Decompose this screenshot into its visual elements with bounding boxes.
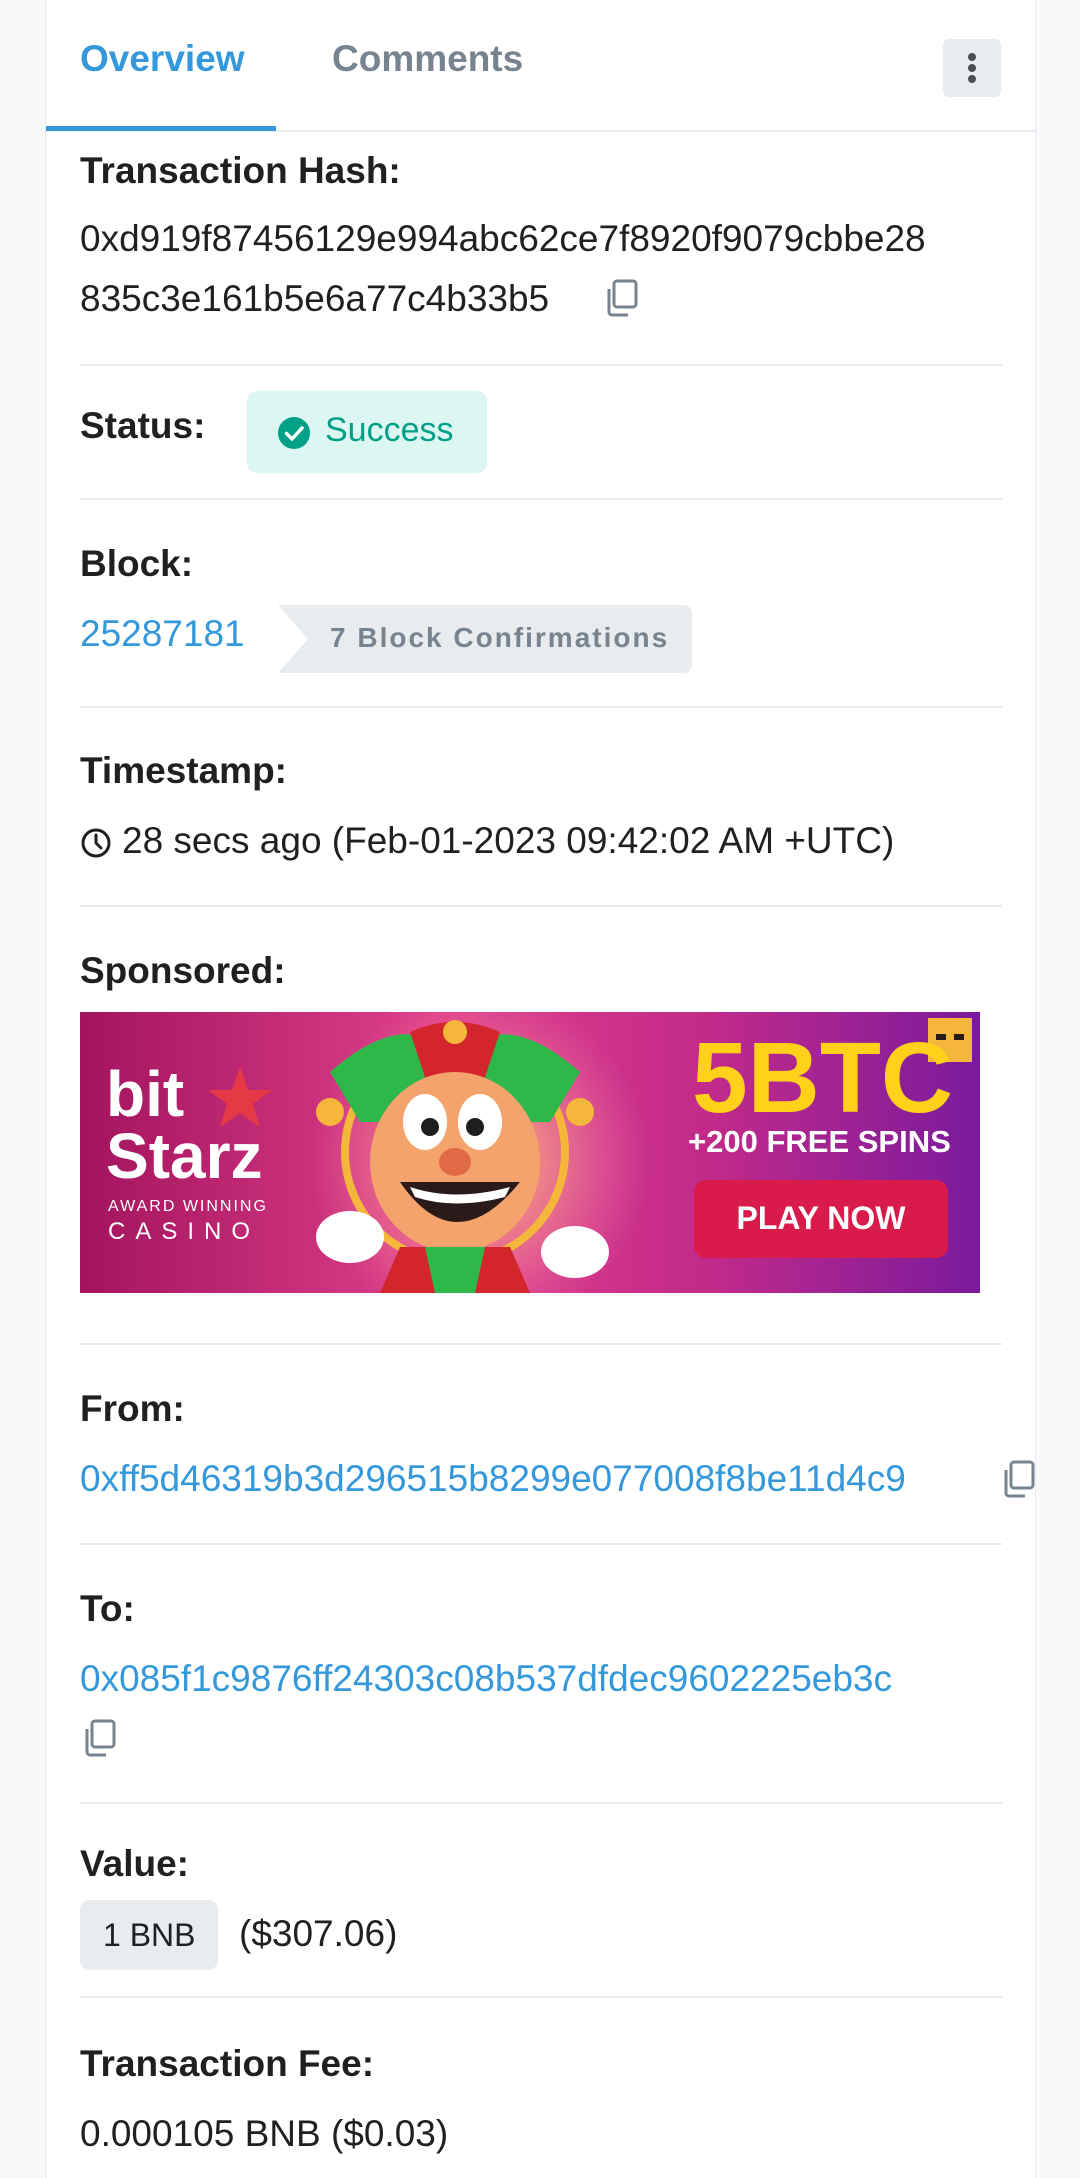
timestamp-label: Timestamp: <box>80 750 287 791</box>
ad-cta-button[interactable]: PLAY NOW <box>694 1200 948 1237</box>
more-dot-icon <box>968 64 976 72</box>
to-label: To: <box>80 1588 135 1629</box>
to-address-link[interactable]: 0x085f1c9876ff24303c08b537dfdec9602225eb… <box>80 1658 892 1700</box>
status-badge: Success <box>247 391 487 473</box>
divider <box>80 498 1002 500</box>
tab-bar: Overview Comments <box>46 0 1037 132</box>
divider <box>80 364 1002 366</box>
sponsored-ad-banner[interactable]: bit Starz AWARD WINNING CASINO 5BTC +200… <box>80 1012 980 1293</box>
ad-headline: 5BTC <box>692 1022 954 1134</box>
divider <box>80 1802 1002 1804</box>
divider <box>80 1996 1002 1998</box>
value-usd: ($307.06) <box>239 1913 398 1954</box>
divider <box>80 1343 1002 1345</box>
fee-label: Transaction Fee: <box>80 2043 375 2084</box>
block-confirmations-badge: 7 Block Confirmations <box>278 605 692 673</box>
tx-hash-value-line2: 835c3e161b5e6a77c4b33b5 <box>80 278 550 319</box>
ad-tagline1: AWARD WINNING <box>108 1198 268 1215</box>
from-address-link[interactable]: 0xff5d46319b3d296515b8299e077008f8be11d4… <box>80 1458 906 1500</box>
tab-overview[interactable]: Overview <box>80 38 245 80</box>
ad-brand-line2: Starz <box>106 1120 263 1192</box>
more-options-button[interactable] <box>943 39 1001 97</box>
active-tab-indicator <box>46 126 276 131</box>
check-circle-icon <box>278 417 310 449</box>
divider <box>80 905 1002 907</box>
value-label: Value: <box>80 1843 189 1884</box>
tx-hash-value-line1: 0xd919f87456129e994abc62ce7f8920f9079cbb… <box>80 218 926 259</box>
timestamp-value: 28 secs ago (Feb-01-2023 09:42:02 AM +UT… <box>122 820 895 861</box>
copy-icon[interactable] <box>80 1718 118 1758</box>
more-dot-icon <box>968 53 976 61</box>
copy-icon[interactable] <box>602 278 640 318</box>
ad-tagline2: CASINO <box>108 1218 261 1245</box>
status-text: Success <box>325 411 454 449</box>
tx-hash-label: Transaction Hash: <box>80 150 401 191</box>
ad-subheadline: +200 FREE SPINS <box>688 1124 951 1159</box>
divider <box>80 706 1002 708</box>
ad-brand-line1: bit <box>106 1058 185 1130</box>
divider <box>80 1543 1002 1545</box>
bnb-amount: 1 BNB <box>103 1917 196 1953</box>
block-confirmations-text: 7 Block Confirmations <box>330 622 670 653</box>
block-label: Block: <box>80 543 194 584</box>
tab-comments[interactable]: Comments <box>332 38 523 80</box>
copy-icon[interactable] <box>999 1459 1037 1499</box>
fee-value: 0.000105 BNB ($0.03) <box>80 2113 449 2154</box>
more-dot-icon <box>968 75 976 83</box>
from-label: From: <box>80 1388 185 1429</box>
clock-icon <box>81 828 111 858</box>
status-label: Status: <box>80 405 206 446</box>
transaction-details-card: Overview Comments Transaction Hash: 0xd9… <box>45 0 1037 2178</box>
bnb-amount-badge: 1 BNB <box>80 1900 218 1970</box>
sponsored-label: Sponsored: <box>80 950 286 991</box>
block-number-link[interactable]: 25287181 <box>80 613 245 655</box>
